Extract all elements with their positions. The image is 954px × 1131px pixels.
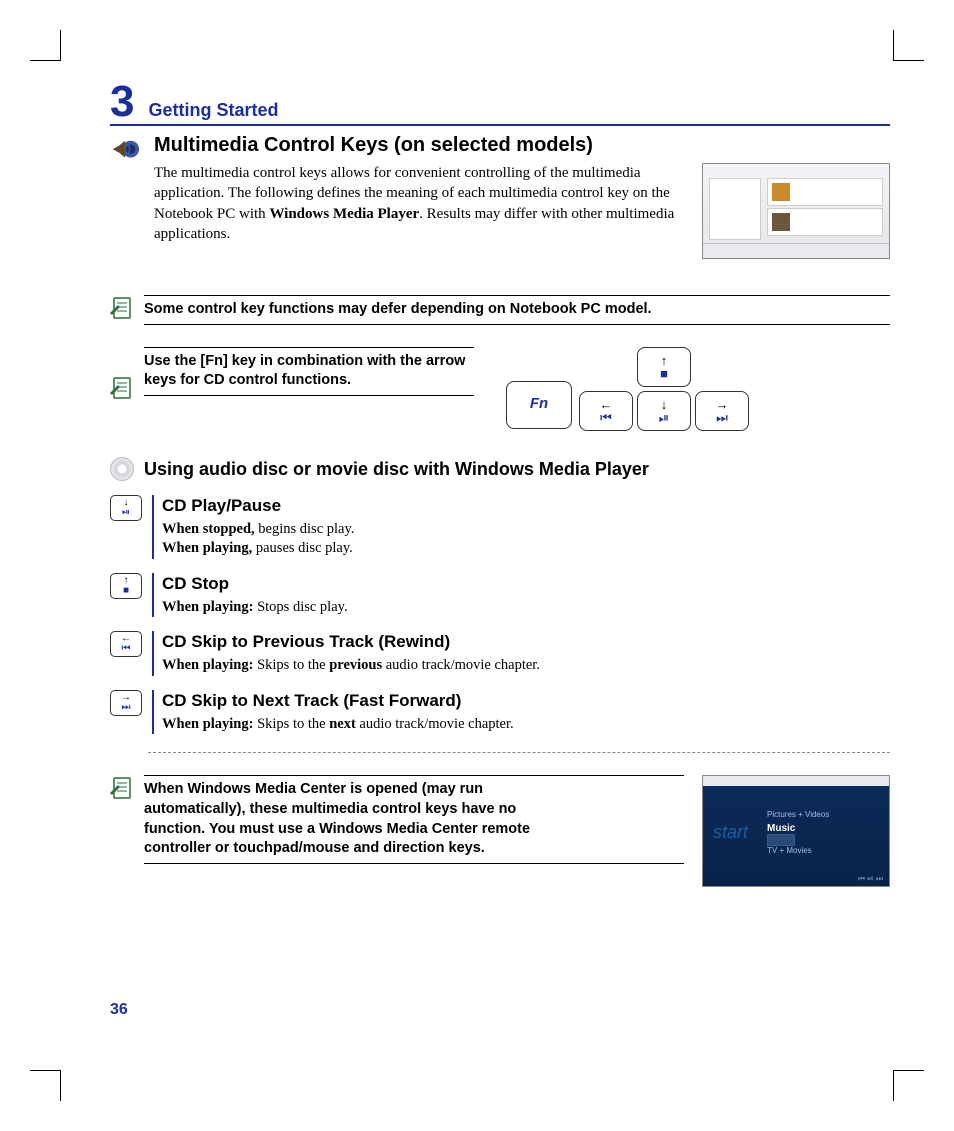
section-title: Multimedia Control Keys (on selected mod… — [154, 132, 890, 159]
control-title-stop: CD Stop — [162, 573, 348, 596]
control-item-prev: ←⏮CD Skip to Previous Track (Rewind)When… — [110, 631, 890, 676]
chapter-number: 3 — [110, 80, 134, 124]
next-track-icon: ⏭ — [716, 411, 728, 424]
control-body: CD Play/PauseWhen stopped, begins disc p… — [152, 495, 354, 559]
mini-key-stop: ↑■ — [110, 573, 142, 599]
mini-key-icon: ■ — [123, 586, 129, 596]
arrow-right-key: → ⏭ — [695, 391, 749, 431]
play-pause-icon: ⏯ — [659, 411, 669, 424]
control-desc-line: When playing: Skips to the next audio tr… — [162, 715, 514, 735]
arrow-right-icon: → — [716, 398, 729, 411]
control-desc-line: When playing: Skips to the previous audi… — [162, 656, 540, 676]
note-icon — [110, 775, 136, 801]
control-desc-bold2: next — [329, 716, 356, 732]
note-fn: Use the [Fn] key in combination with the… — [110, 347, 890, 429]
intro-bold: Windows Media Player — [269, 206, 419, 222]
control-desc-bold: When stopped, — [162, 521, 255, 537]
note-icon — [110, 295, 136, 321]
controls-list: ↓⏯CD Play/PauseWhen stopped, begins disc… — [110, 495, 890, 735]
intro-paragraph: The multimedia control keys allows for c… — [154, 163, 684, 259]
windows-media-center-screenshot: start Pictures + Videos Music TV + Movie… — [702, 775, 890, 887]
arrow-down-key: ↓ ⏯ — [637, 391, 691, 431]
crop-mark — [30, 30, 61, 61]
fn-key-label: Fn — [530, 394, 548, 414]
control-desc-text: pauses disc play. — [252, 540, 353, 556]
wmc-line-1: Pictures + Videos — [767, 810, 829, 821]
note-icon — [110, 375, 136, 401]
wmc-start-label: start — [713, 820, 748, 844]
wmc-line-3: TV + Movies — [767, 846, 812, 857]
crop-mark — [893, 1070, 924, 1101]
arrow-up-icon: ↑ — [661, 354, 668, 367]
prev-track-icon: ⏮ — [600, 411, 612, 424]
note-defer: Some control key functions may defer dep… — [110, 295, 890, 325]
wmc-controls: ⏮ ⏯ ⏭ — [858, 874, 883, 885]
control-item-stop: ↑■CD StopWhen playing: Stops disc play. — [110, 573, 890, 618]
subheading: Using audio disc or movie disc with Wind… — [144, 457, 649, 481]
control-item-play-pause: ↓⏯CD Play/PauseWhen stopped, begins disc… — [110, 495, 890, 559]
control-desc-bold: When playing: — [162, 657, 253, 673]
windows-media-player-screenshot — [702, 163, 890, 259]
note-defer-text: Some control key functions may defer dep… — [144, 300, 890, 320]
arrow-down-icon: ↓ — [661, 398, 668, 411]
mini-key-prev: ←⏮ — [110, 631, 142, 657]
control-desc-bold: When playing, — [162, 540, 252, 556]
mini-key-icon: ⏭ — [122, 703, 131, 713]
arrow-left-icon: ← — [600, 398, 613, 411]
stop-icon: ■ — [660, 367, 668, 380]
page-number: 36 — [110, 999, 128, 1021]
page-content: 3 Getting Started Multimedia Control Key… — [110, 80, 890, 893]
mini-key-icon: ⏮ — [122, 644, 131, 654]
control-body: CD StopWhen playing: Stops disc play. — [152, 573, 348, 618]
dashed-rule — [148, 752, 890, 753]
control-title-prev: CD Skip to Previous Track (Rewind) — [162, 631, 540, 654]
disc-icon — [110, 457, 134, 481]
note-fn-text: Use the [Fn] key in combination with the… — [144, 352, 474, 391]
control-desc-bold: When playing: — [162, 716, 253, 732]
fn-key: Fn — [506, 381, 572, 429]
subheading-row: Using audio disc or movie disc with Wind… — [110, 457, 890, 481]
section-row: Multimedia Control Keys (on selected mod… — [110, 132, 890, 273]
control-item-next: →⏭CD Skip to Next Track (Fast Forward)Wh… — [110, 690, 890, 735]
control-desc-text: Skips to the — [253, 716, 329, 732]
key-diagram: Fn ↑ ■ ← ⏮ ↓ ⏯ — [506, 347, 748, 429]
control-desc-bold: When playing: — [162, 599, 253, 615]
control-desc-text: Skips to the — [253, 657, 329, 673]
note-wmc: When Windows Media Center is opened (may… — [110, 775, 890, 887]
chapter-header: 3 Getting Started — [110, 80, 890, 126]
control-desc-text: begins disc play. — [255, 521, 355, 537]
control-title-play-pause: CD Play/Pause — [162, 495, 354, 518]
control-desc-text2: audio track/movie chapter. — [356, 716, 514, 732]
mini-key-next: →⏭ — [110, 690, 142, 716]
control-desc-line: When playing, pauses disc play. — [162, 539, 354, 559]
chapter-title: Getting Started — [148, 98, 278, 122]
note-wmc-text: When Windows Media Center is opened (may… — [144, 780, 554, 858]
mini-key-icon: ⏯ — [122, 508, 130, 518]
arrow-left-key: ← ⏮ — [579, 391, 633, 431]
control-body: CD Skip to Previous Track (Rewind)When p… — [152, 631, 540, 676]
crop-mark — [893, 30, 924, 61]
control-desc-bold2: previous — [329, 657, 382, 673]
control-desc-text: Stops disc play. — [253, 599, 347, 615]
mini-key-play-pause: ↓⏯ — [110, 495, 142, 521]
control-title-next: CD Skip to Next Track (Fast Forward) — [162, 690, 514, 713]
control-desc-line: When stopped, begins disc play. — [162, 520, 354, 540]
control-desc-line: When playing: Stops disc play. — [162, 598, 348, 618]
control-desc-text2: audio track/movie chapter. — [382, 657, 540, 673]
control-body: CD Skip to Next Track (Fast Forward)When… — [152, 690, 514, 735]
arrow-up-key: ↑ ■ — [637, 347, 691, 387]
speaker-icon — [110, 132, 144, 273]
crop-mark — [30, 1070, 61, 1101]
